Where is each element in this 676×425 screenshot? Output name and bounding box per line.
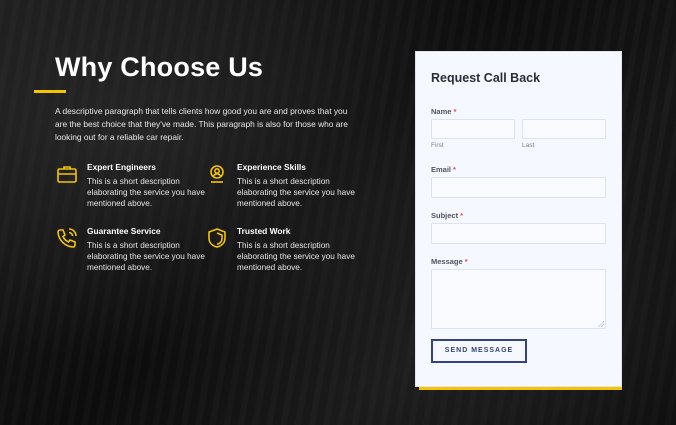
name-label-text: Name [431, 107, 452, 116]
section-title: Why Choose Us [55, 52, 264, 82]
subject-input[interactable] [431, 223, 606, 244]
feature-description: This is a short description elaborating … [87, 177, 205, 208]
email-label: Email * [431, 165, 456, 174]
why-choose-us-section: Why Choose Us A descriptive paragraph th… [34, 50, 365, 144]
phone-call-icon [55, 226, 79, 250]
message-textarea[interactable] [431, 269, 606, 329]
last-name-input[interactable] [522, 119, 606, 139]
feature-title: Guarantee Service [87, 226, 161, 236]
required-mark: * [464, 257, 468, 266]
required-mark: * [460, 211, 464, 220]
feature-title: Trusted Work [237, 226, 291, 236]
feature-description: This is a short description elaborating … [237, 241, 355, 272]
required-mark: * [453, 107, 457, 116]
feature-title: Expert Engineers [87, 162, 156, 172]
form-title: Request Call Back [431, 71, 541, 85]
send-message-button[interactable]: SEND MESSAGE [431, 339, 527, 363]
message-wrapper [431, 269, 606, 329]
first-sublabel: First [431, 142, 444, 149]
required-mark: * [453, 165, 456, 174]
name-label: Name * [431, 107, 456, 116]
subject-label: Subject * [431, 211, 463, 220]
feature-description: This is a short description elaborating … [237, 177, 355, 208]
request-call-back-form: Request Call Back Name * First Last Email… [415, 51, 622, 387]
first-name-input[interactable] [431, 119, 515, 139]
shield-icon [205, 226, 229, 250]
email-label-text: Email [431, 165, 452, 174]
resize-handle-icon[interactable] [598, 321, 604, 327]
briefcase-icon [55, 162, 79, 186]
message-label: Message * [431, 257, 468, 266]
subject-label-text: Subject [431, 211, 459, 220]
last-sublabel: Last [522, 142, 535, 149]
feature-title: Experience Skills [237, 162, 306, 172]
message-label-text: Message [431, 257, 463, 266]
title-underline-accent [34, 90, 66, 93]
email-input[interactable] [431, 177, 606, 198]
user-badge-icon [205, 162, 229, 186]
feature-description: This is a short description elaborating … [87, 241, 205, 272]
section-intro: A descriptive paragraph that tells clien… [55, 106, 348, 142]
